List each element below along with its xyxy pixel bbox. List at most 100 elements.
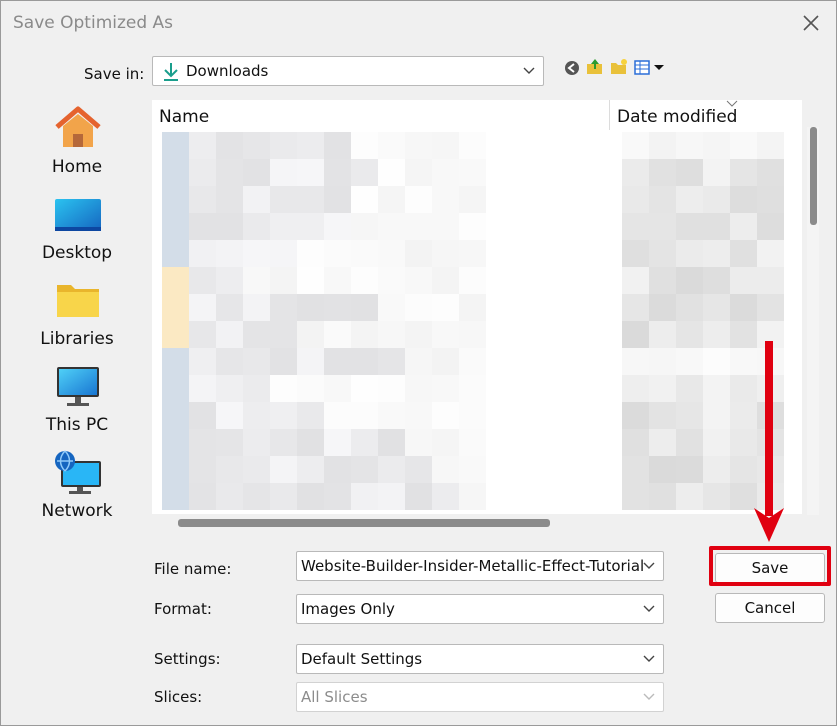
blurred-cell (405, 348, 432, 375)
blurred-cell (405, 240, 432, 267)
blurred-cell (297, 429, 324, 456)
chevron-down-icon[interactable] (643, 562, 655, 570)
back-icon[interactable] (564, 60, 580, 76)
blurred-cell (270, 186, 297, 213)
blurred-cell (676, 294, 703, 321)
blurred-cell (676, 348, 703, 375)
blurred-cell (243, 348, 270, 375)
new-folder-icon[interactable] (610, 58, 628, 76)
horizontal-scroll-thumb[interactable] (178, 519, 550, 527)
blurred-cell (703, 132, 730, 159)
blurred-cell (270, 159, 297, 186)
blurred-cell (405, 483, 432, 510)
sidebar-item-libraries[interactable]: Libraries (9, 271, 145, 357)
blurred-cell (703, 186, 730, 213)
settings-label: Settings: (154, 650, 221, 668)
blurred-cell (459, 186, 486, 213)
blurred-cell (405, 213, 432, 240)
horizontal-scrollbar[interactable] (152, 514, 802, 530)
blurred-cell (324, 402, 351, 429)
blurred-cell (216, 375, 243, 402)
blurred-cell (243, 483, 270, 510)
blurred-cell (189, 375, 216, 402)
blurred-cell (757, 267, 784, 294)
blurred-cell (459, 240, 486, 267)
blurred-cell (216, 483, 243, 510)
blurred-cell (459, 159, 486, 186)
blurred-cell (703, 402, 730, 429)
file-name-field[interactable]: Website-Builder-Insider-Metallic-Effect-… (296, 551, 664, 581)
blurred-cell (270, 240, 297, 267)
blurred-cell (324, 267, 351, 294)
file-list[interactable]: Name Date modified (152, 100, 802, 514)
save-in-dropdown[interactable]: Downloads (152, 56, 544, 86)
blurred-cell (243, 375, 270, 402)
blurred-cell (703, 213, 730, 240)
blurred-cell (703, 267, 730, 294)
blurred-cell (676, 375, 703, 402)
blurred-cell (324, 159, 351, 186)
blurred-cell (162, 132, 189, 159)
sidebar-item-this-pc[interactable]: This PC (9, 357, 145, 443)
annotation-arrow-head-icon (754, 508, 784, 542)
up-folder-icon[interactable] (586, 58, 604, 76)
blurred-cell (324, 348, 351, 375)
blurred-cell (459, 348, 486, 375)
sidebar-item-desktop[interactable]: Desktop (9, 185, 145, 271)
blurred-cell (405, 456, 432, 483)
blurred-cell (189, 159, 216, 186)
this-pc-icon (57, 367, 99, 406)
blurred-cell (324, 456, 351, 483)
settings-dropdown[interactable]: Default Settings (296, 644, 664, 674)
blurred-cell (189, 132, 216, 159)
cancel-button[interactable]: Cancel (715, 593, 825, 623)
blurred-cell (649, 375, 676, 402)
blurred-cell (730, 132, 757, 159)
blurred-cell (297, 402, 324, 429)
sidebar-item-network[interactable]: Network (9, 443, 145, 529)
blurred-cell (378, 375, 405, 402)
blurred-cell (649, 456, 676, 483)
file-name-label: File name: (154, 560, 232, 578)
blurred-cell (243, 294, 270, 321)
blurred-cell (297, 240, 324, 267)
blurred-cell (162, 456, 189, 483)
sidebar-item-home[interactable]: Home (9, 99, 145, 185)
blurred-cell (649, 402, 676, 429)
blurred-cell (270, 375, 297, 402)
sidebar-item-label: Libraries (40, 329, 114, 349)
blurred-cell (378, 402, 405, 429)
blurred-cell (351, 267, 378, 294)
blurred-cell (351, 483, 378, 510)
blurred-cell (378, 240, 405, 267)
blurred-file-rows[interactable] (152, 100, 802, 514)
blurred-cell (189, 456, 216, 483)
places-sidebar: Home Desktop Libraries This PC Network (9, 99, 145, 521)
slices-value: All Slices (301, 688, 368, 706)
close-icon[interactable] (797, 9, 825, 37)
format-dropdown[interactable]: Images Only (296, 594, 664, 624)
blurred-cell (703, 483, 730, 510)
blurred-cell (649, 132, 676, 159)
blurred-cell (405, 294, 432, 321)
blurred-cell (405, 402, 432, 429)
sidebar-item-label: This PC (45, 415, 109, 435)
blurred-cell (676, 240, 703, 267)
view-menu-icon[interactable] (634, 60, 666, 76)
blurred-cell (378, 213, 405, 240)
vertical-scrollbar[interactable] (807, 127, 819, 515)
blurred-cell (622, 483, 649, 510)
blurred-cell (432, 132, 459, 159)
blurred-cell (378, 159, 405, 186)
blurred-cell (189, 321, 216, 348)
settings-value: Default Settings (301, 650, 423, 668)
blurred-cell (243, 429, 270, 456)
blurred-cell (189, 348, 216, 375)
blurred-cell (162, 348, 189, 375)
save-dialog: Save Optimized As Save in: Downloads Hom… (0, 0, 837, 726)
blurred-cell (649, 159, 676, 186)
blurred-cell (351, 159, 378, 186)
blurred-cell (622, 294, 649, 321)
vertical-scroll-thumb[interactable] (810, 127, 817, 225)
blurred-cell (270, 321, 297, 348)
